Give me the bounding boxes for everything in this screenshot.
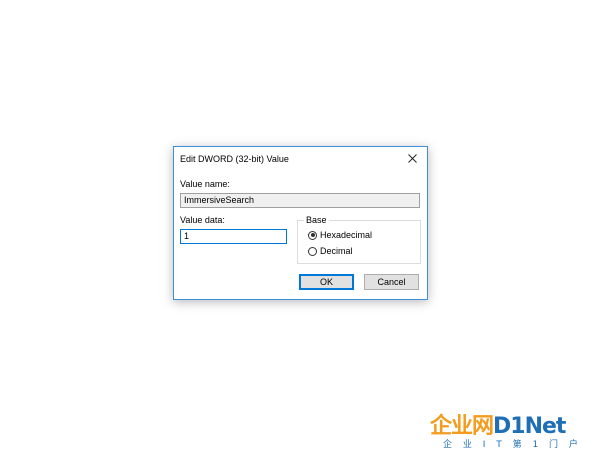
cancel-button[interactable]: Cancel [364,274,419,290]
value-data-input[interactable]: 1 [180,229,287,244]
watermark-logo: 企业网D1Net 企 业 I T 第 1 门 户 [425,400,600,450]
dialog-titlebar[interactable]: Edit DWORD (32-bit) Value [174,147,427,171]
ok-button[interactable]: OK [299,274,354,290]
radio-decimal-label: Decimal [320,246,353,256]
base-group: Base Hexadecimal Decimal [297,215,421,264]
value-data-label: Value data: [180,215,225,225]
close-button[interactable] [397,147,427,169]
watermark-brand-suffix: D1Net [493,414,566,439]
dialog-title: Edit DWORD (32-bit) Value [180,154,289,164]
watermark-brand: 企业网D1Net [430,408,566,440]
radio-hexadecimal-label: Hexadecimal [320,230,373,240]
watermark-brand-prefix: 企业网 [430,414,494,439]
value-name-label: Value name: [180,179,230,189]
watermark-tagline: 企 业 I T 第 1 门 户 [443,440,582,450]
radio-decimal[interactable]: Decimal [308,246,353,256]
radio-hexadecimal[interactable]: Hexadecimal [308,230,372,240]
close-icon [407,153,417,163]
base-group-label: Base [304,215,329,225]
value-name-field[interactable]: ImmersiveSearch [180,193,420,208]
radio-hexadecimal-indicator[interactable] [308,230,317,240]
radio-decimal-indicator[interactable] [308,246,317,256]
edit-dword-dialog: Edit DWORD (32-bit) Value Value name: Im… [173,146,428,300]
